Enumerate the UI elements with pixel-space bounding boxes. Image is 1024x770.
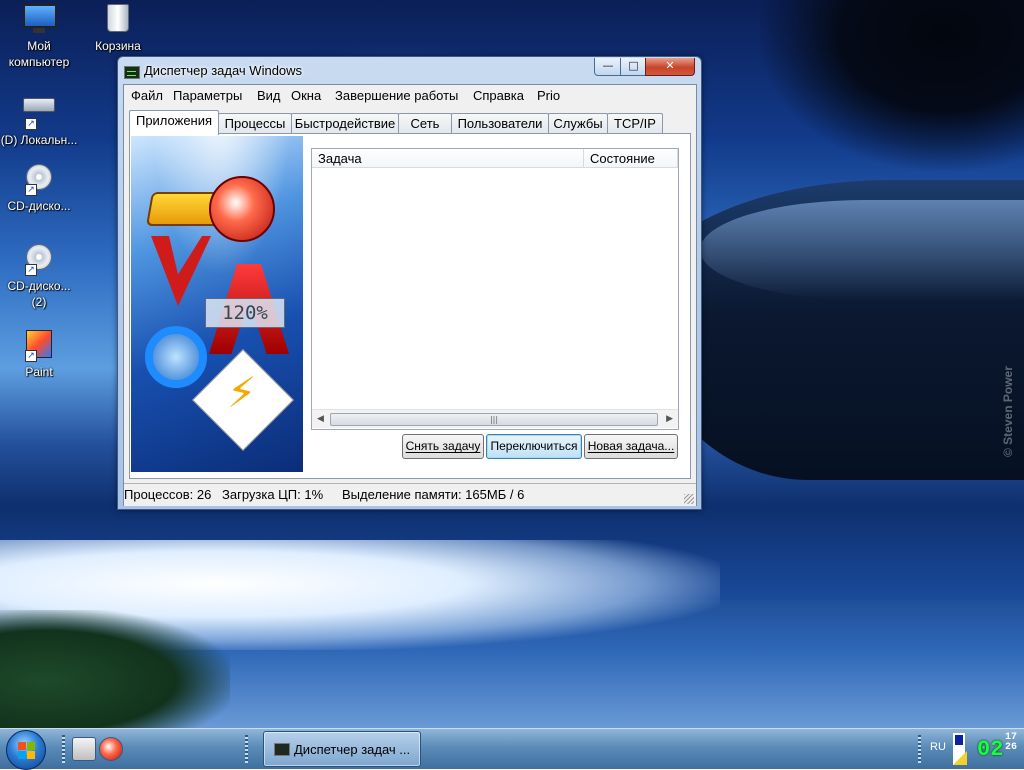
column-header-task[interactable]: Задача xyxy=(312,149,584,168)
menu-view[interactable]: Вид xyxy=(254,88,284,103)
desktop-icon-recycle-bin[interactable]: Корзина xyxy=(79,2,157,54)
column-header-status[interactable]: Состояние xyxy=(584,149,678,168)
desktop-icon-label: Paint xyxy=(25,365,53,379)
new-task-button[interactable]: Новая задача... xyxy=(584,434,678,459)
menu-windows[interactable]: Окна xyxy=(288,88,324,103)
horizontal-scrollbar[interactable]: ◀ ||| ▶ xyxy=(312,409,678,428)
app-logo-banner: 120% xyxy=(131,136,303,472)
paint-icon: ↗ xyxy=(23,330,55,362)
desktop-icon-label: (D) Локальн... xyxy=(0,133,78,147)
windows-logo-icon xyxy=(27,751,35,759)
close-button[interactable]: ✕ xyxy=(645,58,695,76)
maximize-button[interactable]: □ xyxy=(620,58,647,76)
switch-to-button[interactable]: Переключиться xyxy=(486,434,582,459)
tab-performance[interactable]: Быстродействие xyxy=(291,113,399,134)
tab-users[interactable]: Пользователи xyxy=(451,113,549,134)
desktop-icon-label: CD-диско... (2) xyxy=(7,279,71,309)
taskbar-button-label: Диспетчер задач ... xyxy=(294,742,411,757)
menu-file[interactable]: Файл xyxy=(128,88,166,103)
desktop-icon-local-disk-d[interactable]: ↗ (D) Локальн... xyxy=(0,84,78,148)
desktop-icon-cd-drive-2[interactable]: ↗ CD-диско... (2) xyxy=(0,242,78,310)
quicklaunch-burner-icon[interactable] xyxy=(99,737,123,761)
recycle-bin-icon xyxy=(102,4,134,36)
banner-disc-logo xyxy=(209,176,275,242)
cd-drive-icon: ↗ xyxy=(23,164,55,196)
wallpaper-foliage xyxy=(0,610,230,728)
tab-processes[interactable]: Процессы xyxy=(218,113,292,134)
desktop-icon-label: Мой компьютер xyxy=(8,39,70,69)
scroll-left-icon[interactable]: ◀ xyxy=(317,414,324,424)
wallpaper-watermark: © Steven Power xyxy=(1001,366,1015,457)
start-button[interactable] xyxy=(6,730,46,770)
status-bar: Процессов: 26 Загрузка ЦП: 1% Выделение … xyxy=(124,483,696,506)
windows-logo-icon xyxy=(18,751,26,759)
minimize-button[interactable]: — xyxy=(594,58,622,76)
windows-logo-icon xyxy=(18,742,26,750)
status-cpu: Загрузка ЦП: 1% xyxy=(222,487,324,502)
status-memory: Выделение памяти: 165МБ / 6 xyxy=(342,487,525,502)
wallpaper-palm xyxy=(760,0,1024,170)
tab-services[interactable]: Службы xyxy=(548,113,608,134)
window-client-area: Файл Параметры Вид Окна Завершение работ… xyxy=(123,84,697,506)
taskbar-button-task-manager[interactable]: Диспетчер задач ... xyxy=(263,731,421,767)
computer-icon xyxy=(23,4,57,36)
menu-shutdown[interactable]: Завершение работы xyxy=(332,88,461,103)
menu-bar: Файл Параметры Вид Окна Завершение работ… xyxy=(124,85,696,107)
tab-network[interactable]: Сеть xyxy=(398,113,452,134)
clock-seconds-bottom: 26 xyxy=(1005,742,1018,753)
end-task-button[interactable]: Снять задачу xyxy=(402,434,484,459)
task-manager-icon xyxy=(124,66,140,79)
scroll-right-icon[interactable]: ▶ xyxy=(666,414,673,424)
banner-quicktime-logo xyxy=(145,326,207,388)
menu-options[interactable]: Параметры xyxy=(170,88,245,103)
desktop-icon-paint[interactable]: ↗ Paint xyxy=(0,328,78,380)
desktop-icon-cd-drive[interactable]: ↗ CD-диско... xyxy=(0,162,78,214)
taskbar-separator[interactable] xyxy=(918,735,921,763)
tab-applications[interactable]: Приложения xyxy=(129,110,219,135)
quicklaunch-clapper-icon[interactable] xyxy=(72,737,96,761)
task-manager-icon xyxy=(274,743,290,756)
hard-drive-icon: ↗ xyxy=(23,98,55,130)
language-indicator[interactable]: RU xyxy=(930,741,946,753)
task-manager-window[interactable]: Диспетчер задач Windows — □ ✕ Файл Парам… xyxy=(117,56,702,510)
menu-help[interactable]: Справка xyxy=(470,88,527,103)
taskbar-separator[interactable] xyxy=(245,735,248,763)
desktop-icon-label: CD-диско... xyxy=(7,199,71,213)
scrollbar-thumb[interactable]: ||| xyxy=(330,413,658,426)
cd-drive-icon: ↗ xyxy=(23,244,55,276)
task-list[interactable]: Задача Состояние ◀ ||| ▶ xyxy=(311,148,679,430)
menu-prio[interactable]: Prio xyxy=(534,88,563,103)
banner-zoom-label: 120% xyxy=(205,298,285,328)
taskbar: Диспетчер задач ... RU 02 17 26 xyxy=(0,728,1024,770)
clock-seconds: 17 26 xyxy=(1005,733,1017,753)
tab-tcpip[interactable]: TCP/IP xyxy=(607,113,663,134)
status-processes: Процессов: 26 xyxy=(124,487,212,502)
taskbar-separator[interactable] xyxy=(62,735,65,763)
resize-grip[interactable] xyxy=(684,494,694,504)
tray-indicator-fill xyxy=(955,735,963,745)
window-title: Диспетчер задач Windows xyxy=(144,63,303,78)
applications-panel: 120% Задача Состояние ◀ ||| ▶ Снять зада… xyxy=(129,133,691,479)
desktop-icon-label: Корзина xyxy=(95,39,141,53)
desktop-icon-my-computer[interactable]: Мой компьютер xyxy=(0,2,78,70)
clock[interactable]: 02 xyxy=(977,737,1003,762)
wallpaper-wave-sheen xyxy=(700,200,1024,300)
windows-logo-icon xyxy=(27,742,35,750)
banner-lightning-logo xyxy=(192,349,294,451)
